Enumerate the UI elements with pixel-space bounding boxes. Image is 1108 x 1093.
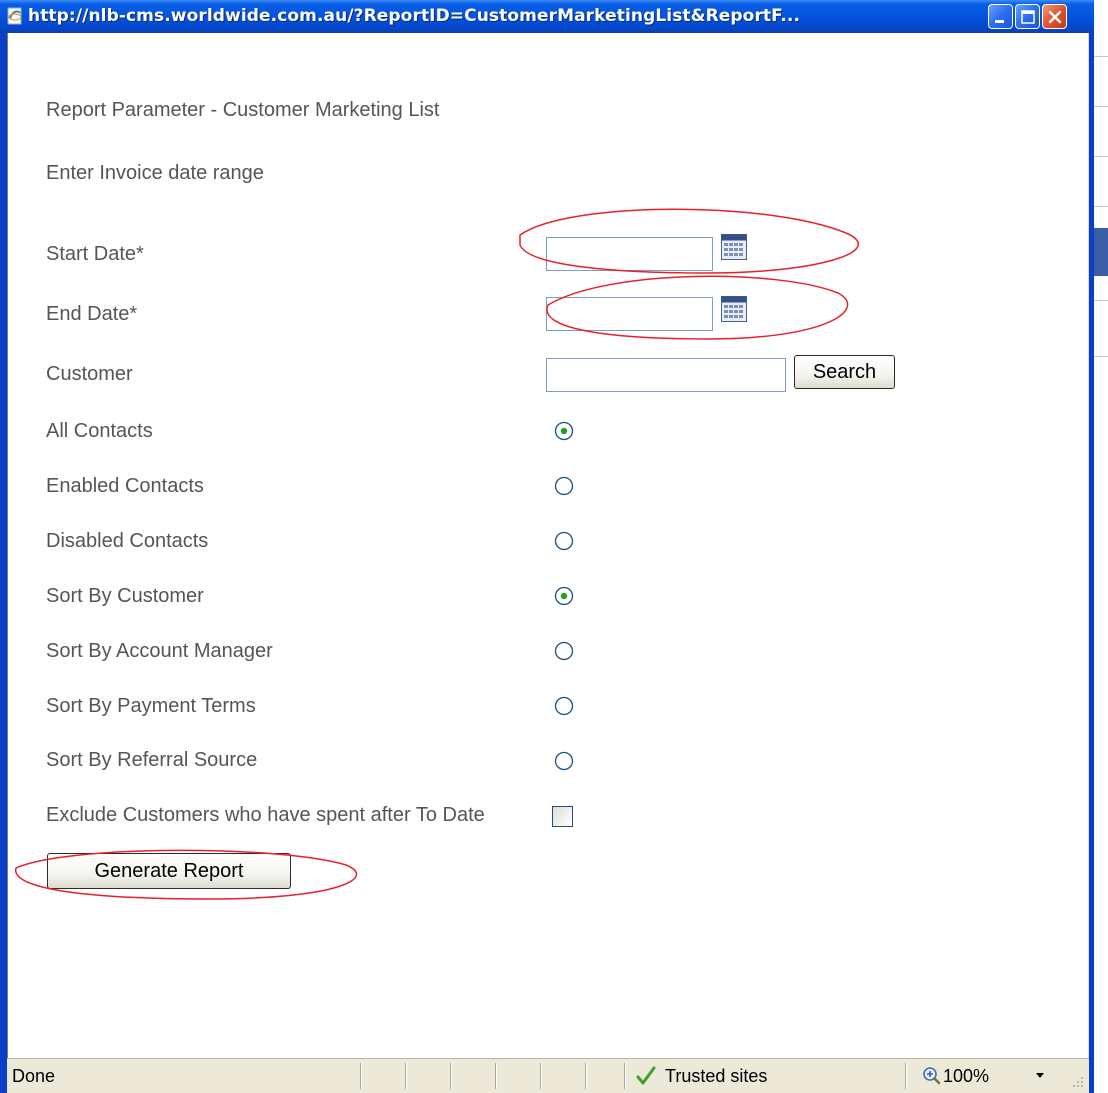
sort-by-customer-label: Sort By Customer <box>46 585 204 607</box>
sort-by-account-manager-label: Sort By Account Manager <box>46 640 273 662</box>
resize-grip-icon[interactable] <box>1069 1073 1085 1089</box>
exclude-customers-checkbox[interactable] <box>552 806 573 827</box>
zoom-level[interactable]: 100% <box>943 1066 989 1087</box>
maximize-icon <box>1021 10 1035 24</box>
customer-label: Customer <box>46 363 133 385</box>
minimize-icon <box>995 20 1004 23</box>
status-bar: Done Trusted sites 100% <box>7 1058 1089 1093</box>
status-divider <box>450 1063 452 1089</box>
enabled-contacts-radio[interactable] <box>554 476 574 496</box>
status-divider <box>585 1063 587 1089</box>
enabled-contacts-label: Enabled Contacts <box>46 475 204 497</box>
ie-page-icon <box>7 7 22 25</box>
all-contacts-label: All Contacts <box>46 420 153 442</box>
all-contacts-radio[interactable] <box>554 421 574 441</box>
calendar-icon[interactable] <box>721 234 747 260</box>
sort-by-payment-terms-label: Sort By Payment Terms <box>46 695 256 717</box>
sort-by-referral-source-label: Sort By Referral Source <box>46 749 258 771</box>
status-divider <box>405 1063 407 1089</box>
date-range-instruction: Enter Invoice date range <box>46 162 264 184</box>
status-divider <box>624 1063 626 1089</box>
disabled-contacts-radio[interactable] <box>554 531 574 551</box>
status-divider <box>495 1063 497 1089</box>
zoom-icon <box>923 1067 941 1085</box>
title-bar[interactable]: http://nlb-cms.worldwide.com.au/?ReportI… <box>0 0 1094 33</box>
end-date-label: End Date* <box>46 303 138 325</box>
status-divider <box>540 1063 542 1089</box>
chevron-down-icon[interactable] <box>1035 1072 1045 1080</box>
search-button[interactable]: Search <box>794 355 895 389</box>
page-content: Report Parameter - Customer Marketing Li… <box>7 33 1089 1058</box>
sort-by-account-manager-radio[interactable] <box>554 641 574 661</box>
popup-window: http://nlb-cms.worldwide.com.au/?ReportI… <box>0 0 1094 1093</box>
close-button[interactable] <box>1042 4 1067 29</box>
exclude-customers-label: Exclude Customers who have spent after T… <box>46 804 485 826</box>
generate-report-button[interactable]: Generate Report <box>47 853 291 889</box>
sort-by-referral-source-radio[interactable] <box>554 751 574 771</box>
calendar-icon[interactable] <box>721 296 747 322</box>
page-heading: Report Parameter - Customer Marketing Li… <box>46 99 440 121</box>
status-text: Done <box>12 1066 56 1086</box>
sort-by-payment-terms-radio[interactable] <box>554 696 574 716</box>
status-divider <box>905 1063 907 1089</box>
start-date-input[interactable] <box>546 237 713 271</box>
maximize-button[interactable] <box>1015 4 1040 29</box>
checkmark-icon <box>636 1066 656 1085</box>
customer-input[interactable] <box>546 358 786 392</box>
close-icon <box>1048 10 1062 24</box>
start-date-label: Start Date* <box>46 243 144 265</box>
security-zone-label[interactable]: Trusted sites <box>665 1066 767 1087</box>
minimize-button[interactable] <box>988 4 1013 29</box>
end-date-input[interactable] <box>546 297 713 331</box>
background-window-edge <box>1094 0 1108 1093</box>
status-divider <box>360 1063 362 1089</box>
disabled-contacts-label: Disabled Contacts <box>46 530 209 552</box>
sort-by-customer-radio[interactable] <box>554 586 574 606</box>
window-title: http://nlb-cms.worldwide.com.au/?ReportI… <box>28 6 801 26</box>
